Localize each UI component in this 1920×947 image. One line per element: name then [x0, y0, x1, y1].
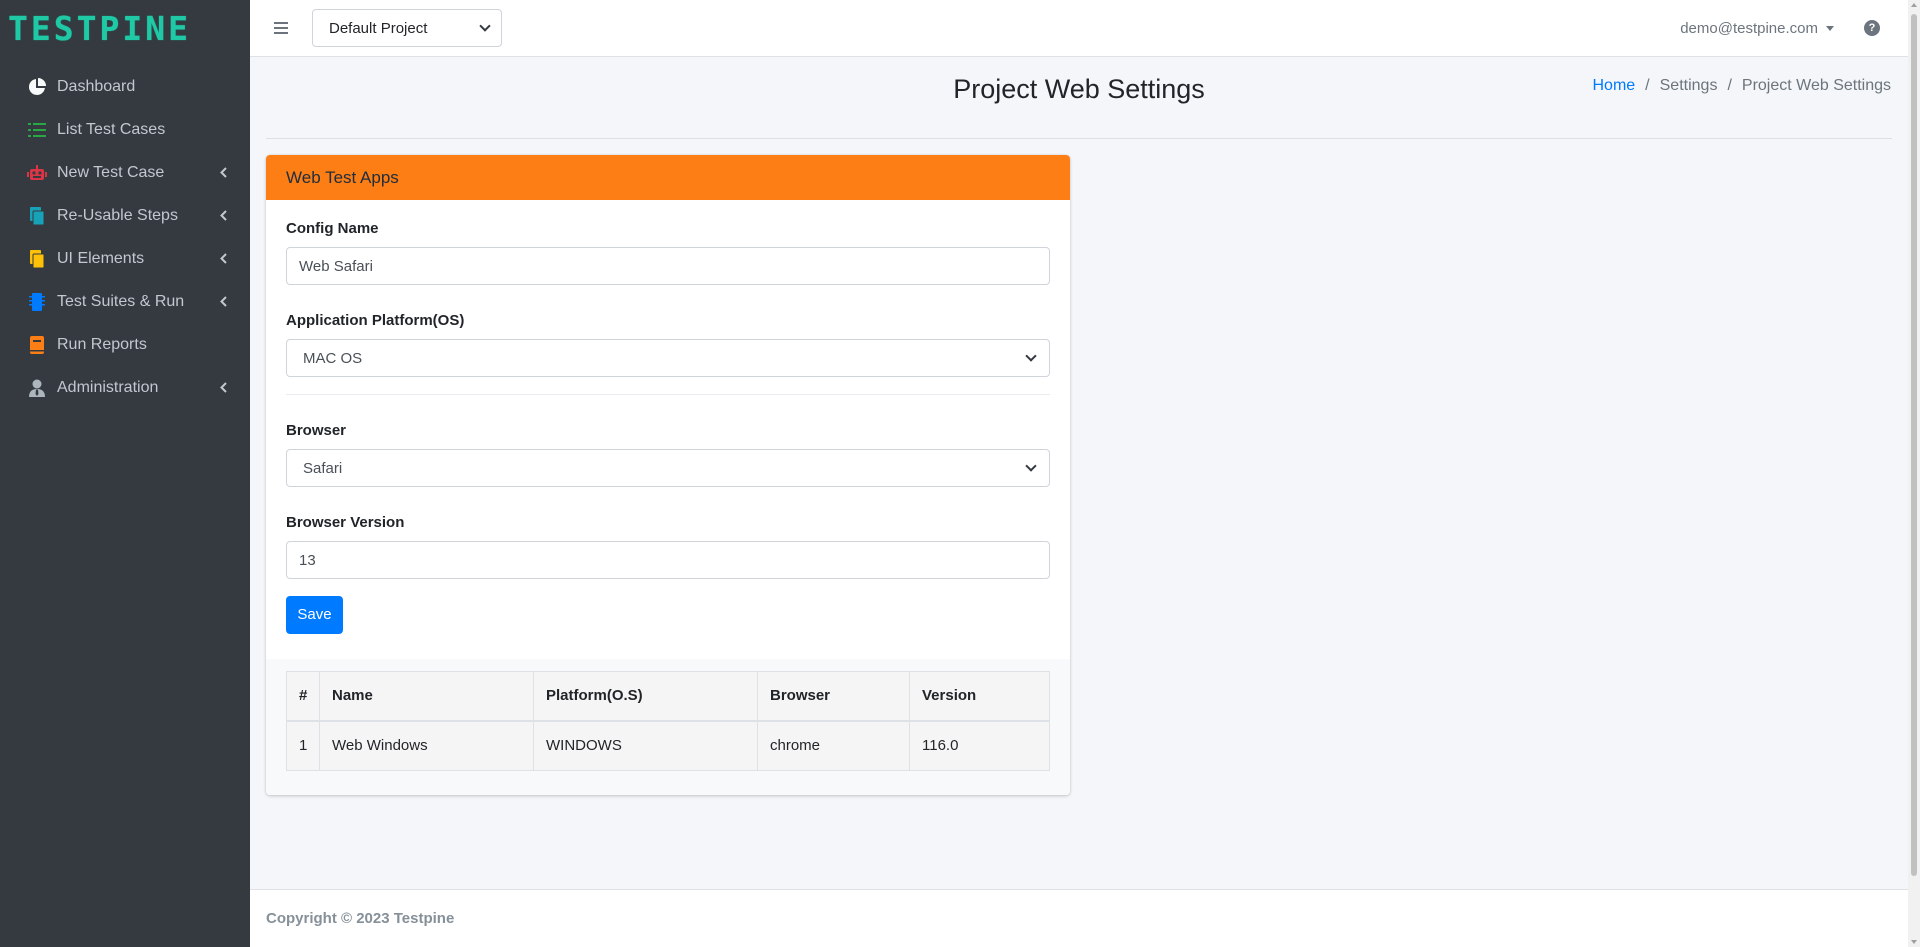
project-select[interactable]: Default Project: [312, 9, 502, 47]
scrollbar-thumb[interactable]: [1911, 14, 1917, 876]
card-body: Config Name Web Safari Application Platf…: [266, 200, 1070, 634]
sidebar-item-dashboard[interactable]: Dashboard: [0, 65, 250, 108]
chevron-down-icon: [1025, 460, 1037, 472]
robot-icon: [26, 163, 48, 183]
chevron-left-icon: [218, 253, 228, 265]
browser-version-label: Browser Version: [286, 514, 405, 531]
browser-select[interactable]: Safari: [286, 449, 1050, 487]
chevron-left-icon: [218, 382, 228, 394]
scroll-up-arrow-icon[interactable]: [1911, 3, 1917, 7]
sidebar-item-label: Dashboard: [57, 77, 136, 95]
sidebar-item-new-test-case[interactable]: New Test Case: [0, 151, 250, 194]
user-menu[interactable]: demo@testpine.com: [1680, 20, 1834, 37]
help-icon[interactable]: ?: [1864, 20, 1880, 36]
user-tie-icon: [26, 378, 48, 398]
page-footer: Copyright © 2023 Testpine: [250, 889, 1908, 947]
web-configs-table: # Name Platform(O.S) Browser Version 1 W…: [286, 671, 1050, 771]
sidebar-item-label: Test Suites & Run: [57, 292, 185, 310]
top-navbar: Default Project demo@testpine.com ?: [250, 0, 1908, 57]
save-button[interactable]: Save: [286, 595, 343, 634]
sidebar-item-ui-elements[interactable]: UI Elements: [0, 237, 250, 280]
header-divider: [266, 138, 1892, 139]
sidebar-item-label: List Test Cases: [57, 120, 166, 138]
chevron-down-icon: [1025, 350, 1037, 362]
brand-logo[interactable]: TESTPINE: [0, 0, 250, 56]
sidebar-item-reusable-steps[interactable]: Re-Usable Steps: [0, 194, 250, 237]
sidebar-item-label: UI Elements: [57, 249, 145, 267]
browser-select-value: Safari: [303, 459, 343, 477]
sidebar-item-label: New Test Case: [57, 163, 165, 181]
table-cell-name: Web Windows: [319, 720, 534, 771]
table-container: # Name Platform(O.S) Browser Version 1 W…: [266, 659, 1070, 795]
browser-version-value: 13: [299, 551, 316, 569]
column-header-name: Name: [319, 671, 534, 722]
browser-label: Browser: [286, 422, 347, 439]
platform-select-value: MAC OS: [303, 349, 363, 367]
table-header-row: # Name Platform(O.S) Browser Version: [286, 671, 1050, 722]
config-name-input[interactable]: Web Safari: [286, 247, 1050, 285]
microchip-icon: [26, 292, 48, 312]
sidebar-item-list-test-cases[interactable]: List Test Cases: [0, 108, 250, 151]
column-header-number: #: [286, 671, 320, 722]
table-cell-version: 116.0: [909, 720, 1050, 771]
column-header-version: Version: [909, 671, 1050, 722]
sidebar-item-label: Run Reports: [57, 335, 147, 353]
sidebar-item-administration[interactable]: Administration: [0, 366, 250, 409]
browser-version-input[interactable]: 13: [286, 541, 1050, 579]
sidebar: TESTPINE Dashboard List Test Cases New T…: [0, 0, 250, 947]
table-cell-browser: chrome: [757, 720, 910, 771]
list-icon: [26, 120, 48, 140]
breadcrumb-current: Project Web Settings: [1741, 77, 1891, 94]
chevron-left-icon: [218, 210, 228, 222]
sidebar-item-label: Re-Usable Steps: [57, 206, 178, 224]
form-divider: [286, 394, 1050, 395]
project-select-value: Default Project: [329, 19, 428, 37]
column-header-platform: Platform(O.S): [533, 671, 758, 722]
pie-chart-icon: [26, 77, 48, 97]
config-name-label: Config Name: [286, 220, 379, 237]
sidebar-item-label: Administration: [57, 378, 159, 396]
breadcrumb-settings: Settings: [1659, 77, 1718, 94]
brand-name: TESTPINE: [8, 8, 191, 48]
sidebar-item-test-suites-run[interactable]: Test Suites & Run: [0, 280, 250, 323]
breadcrumb-separator: /: [1645, 77, 1650, 94]
breadcrumb: Home / Settings / Project Web Settings: [1592, 77, 1891, 95]
web-test-apps-card: Web Test Apps Config Name Web Safari App…: [266, 155, 1070, 795]
table-cell-number: 1: [286, 720, 320, 771]
chevron-left-icon: [218, 296, 228, 308]
files-icon: [26, 249, 48, 269]
breadcrumb-home-link[interactable]: Home: [1592, 77, 1635, 95]
book-icon: [26, 335, 48, 355]
config-name-value: Web Safari: [299, 257, 373, 275]
column-header-browser: Browser: [757, 671, 910, 722]
user-email: demo@testpine.com: [1680, 19, 1818, 37]
hamburger-menu-icon[interactable]: [274, 22, 294, 34]
breadcrumb-separator: /: [1727, 77, 1732, 94]
table-cell-platform: WINDOWS: [533, 720, 758, 771]
chevron-left-icon: [218, 167, 228, 179]
table-row[interactable]: 1 Web Windows WINDOWS chrome 116.0: [286, 720, 1050, 771]
caret-down-icon: [1826, 25, 1834, 31]
scroll-down-arrow-icon[interactable]: [1911, 940, 1917, 944]
platform-select[interactable]: MAC OS: [286, 339, 1050, 377]
copyright-text: Copyright © 2023 Testpine: [266, 910, 455, 927]
sidebar-nav: Dashboard List Test Cases New Test Case …: [0, 65, 250, 409]
chevron-down-icon: [479, 20, 491, 32]
vertical-scrollbar[interactable]: [1908, 0, 1920, 947]
platform-label: Application Platform(OS): [286, 312, 465, 329]
sidebar-item-run-reports[interactable]: Run Reports: [0, 323, 250, 366]
card-title: Web Test Apps: [266, 155, 1070, 200]
copy-icon: [26, 206, 48, 226]
